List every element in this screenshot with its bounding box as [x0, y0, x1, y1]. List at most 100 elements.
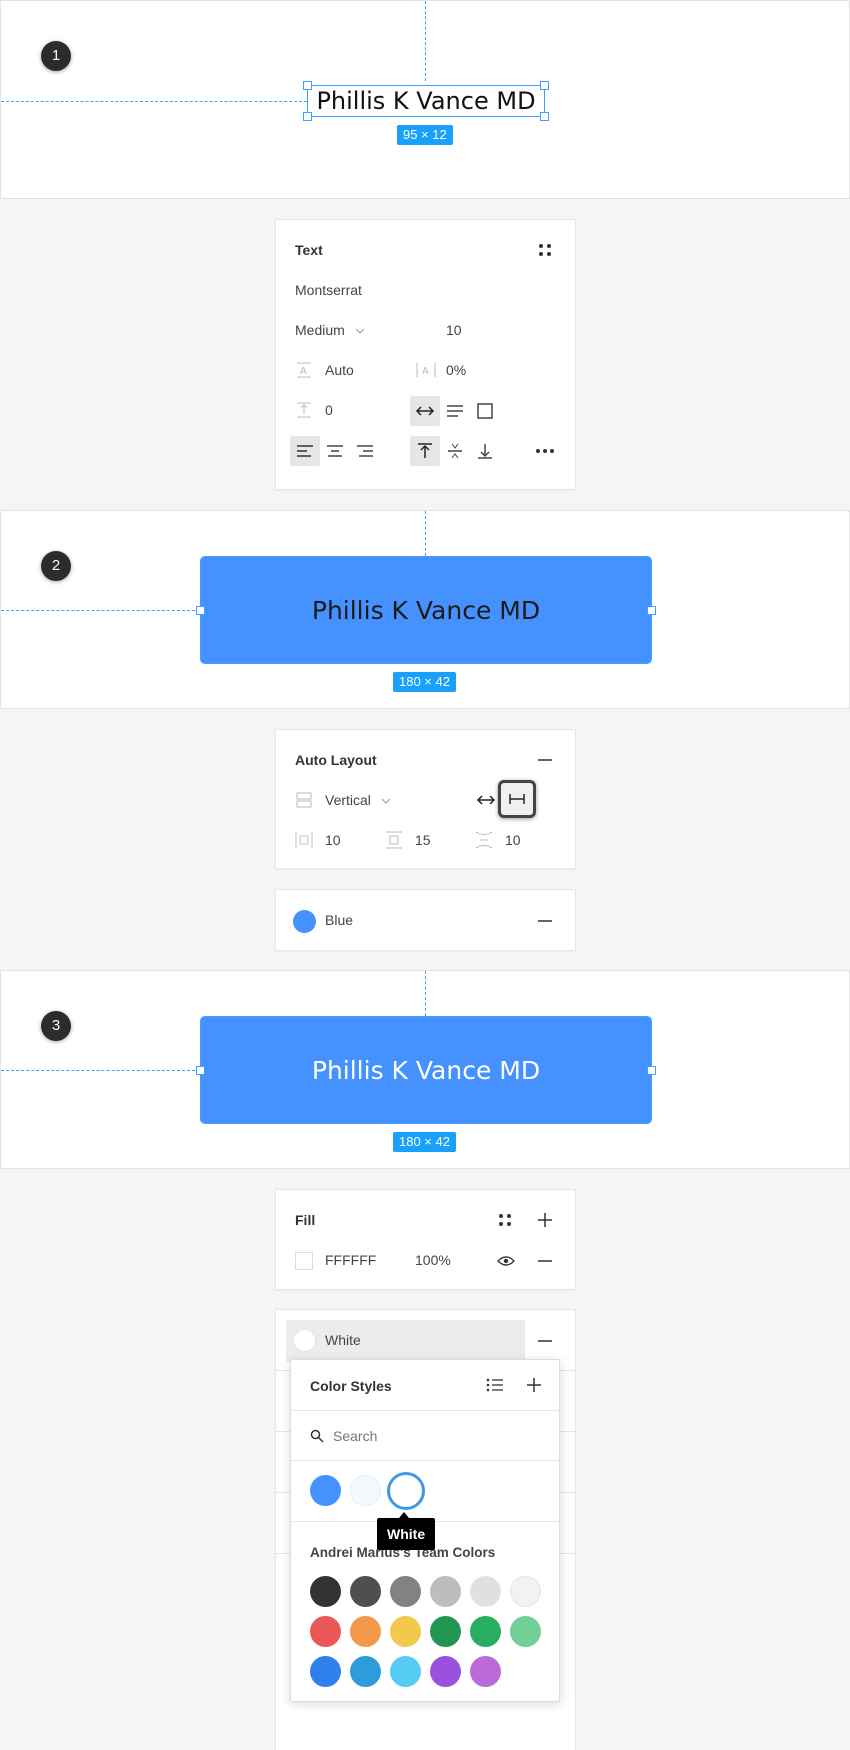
- resize-handle[interactable]: [196, 1066, 205, 1075]
- panel-title: Text: [295, 242, 323, 258]
- button-frame[interactable]: Phillis K Vance MD: [200, 1016, 652, 1124]
- team-color-swatch[interactable]: [390, 1576, 421, 1607]
- svg-text:A: A: [300, 366, 307, 377]
- remove-icon[interactable]: [538, 1340, 552, 1342]
- auto-layout-panel: Auto Layout Vertical 10 15 10: [275, 729, 576, 869]
- resize-handle[interactable]: [540, 112, 549, 121]
- team-color-swatch[interactable]: [310, 1576, 341, 1607]
- vertical-guide: [425, 971, 426, 1016]
- step-number-badge: 2: [41, 551, 71, 581]
- add-icon[interactable]: [527, 1378, 541, 1392]
- local-color-swatch[interactable]: [387, 1472, 425, 1510]
- style-row-hover[interactable]: [286, 1320, 525, 1362]
- team-color-swatch[interactable]: [470, 1576, 501, 1607]
- item-spacing-icon: [475, 831, 493, 849]
- list-view-icon[interactable]: [486, 1378, 504, 1392]
- panel-title: Fill: [295, 1212, 316, 1228]
- step1-canvas: 1 Phillis K Vance MD 95 × 12: [0, 0, 850, 199]
- horizontal-guide: [1, 101, 307, 102]
- team-color-swatch[interactable]: [350, 1576, 381, 1607]
- team-color-swatch[interactable]: [350, 1616, 381, 1647]
- chevron-down-icon[interactable]: [381, 798, 391, 804]
- team-color-swatch[interactable]: [310, 1656, 341, 1687]
- align-right-icon[interactable]: [356, 444, 374, 458]
- text-layer[interactable]: Phillis K Vance MD: [316, 87, 535, 115]
- styles-grid-icon[interactable]: [538, 243, 552, 257]
- style-name[interactable]: White: [325, 1332, 361, 1348]
- line-height-input[interactable]: Auto: [325, 362, 354, 378]
- styles-grid-icon[interactable]: [498, 1213, 512, 1227]
- team-color-swatch[interactable]: [470, 1656, 501, 1687]
- style-name[interactable]: Blue: [325, 912, 353, 928]
- button-label[interactable]: Phillis K Vance MD: [312, 596, 540, 625]
- remove-icon[interactable]: [538, 920, 552, 922]
- team-color-swatch[interactable]: [390, 1656, 421, 1687]
- team-color-swatch[interactable]: [510, 1576, 541, 1607]
- team-color-swatch[interactable]: [430, 1656, 461, 1687]
- resize-handle[interactable]: [196, 606, 205, 615]
- eye-icon[interactable]: [497, 1255, 515, 1267]
- fill-style-panel: Blue: [275, 889, 576, 951]
- vertical-padding-icon: [386, 831, 402, 849]
- horizontal-padding-input[interactable]: 10: [325, 832, 341, 848]
- align-top-icon[interactable]: [417, 443, 433, 459]
- team-color-swatch[interactable]: [510, 1616, 541, 1647]
- button-frame[interactable]: Phillis K Vance MD: [200, 556, 652, 664]
- team-color-swatch[interactable]: [350, 1656, 381, 1687]
- align-middle-icon[interactable]: [447, 443, 463, 459]
- vertical-direction-icon: [296, 792, 312, 808]
- horizontal-guide: [1, 1070, 200, 1071]
- align-left-icon[interactable]: [296, 444, 314, 458]
- align-bottom-icon[interactable]: [477, 443, 493, 459]
- resize-handle[interactable]: [303, 112, 312, 121]
- auto-width-icon[interactable]: [415, 404, 435, 418]
- color-swatch-blue[interactable]: [293, 910, 316, 933]
- resize-horizontal-icon[interactable]: [476, 793, 496, 807]
- font-weight-select[interactable]: Medium: [295, 322, 345, 338]
- more-options-icon[interactable]: [535, 448, 555, 454]
- vertical-guide: [425, 1, 426, 81]
- panel-title: Auto Layout: [295, 752, 377, 768]
- size-badge: 180 × 42: [393, 672, 456, 692]
- direction-select[interactable]: Vertical: [325, 792, 371, 808]
- resize-handle[interactable]: [647, 1066, 656, 1075]
- font-family-select[interactable]: Montserrat: [295, 282, 362, 298]
- fixed-size-icon[interactable]: [477, 403, 493, 419]
- text-layer-selection[interactable]: Phillis K Vance MD: [307, 85, 545, 117]
- remove-icon[interactable]: [538, 759, 552, 761]
- fill-panel: Fill FFFFFF 100%: [275, 1189, 576, 1290]
- color-swatch-white[interactable]: [293, 1329, 316, 1352]
- local-color-swatch[interactable]: [310, 1475, 341, 1506]
- team-color-swatch[interactable]: [430, 1576, 461, 1607]
- auto-height-icon[interactable]: [446, 404, 464, 418]
- button-label[interactable]: Phillis K Vance MD: [312, 1056, 540, 1085]
- team-color-swatch[interactable]: [470, 1616, 501, 1647]
- paragraph-spacing-input[interactable]: 0: [325, 402, 333, 418]
- team-color-swatch[interactable]: [430, 1616, 461, 1647]
- add-icon[interactable]: [538, 1213, 552, 1227]
- local-color-swatch[interactable]: [350, 1475, 381, 1506]
- fill-color-chip[interactable]: [295, 1252, 313, 1270]
- team-color-swatch[interactable]: [310, 1616, 341, 1647]
- search-icon: [310, 1429, 324, 1443]
- font-size-input[interactable]: 10: [446, 322, 462, 338]
- remove-icon[interactable]: [538, 1260, 552, 1262]
- search-input[interactable]: [333, 1425, 533, 1447]
- resize-handle[interactable]: [540, 81, 549, 90]
- opacity-input[interactable]: 100%: [415, 1252, 451, 1268]
- size-badge: 95 × 12: [397, 125, 453, 145]
- team-color-swatch[interactable]: [390, 1616, 421, 1647]
- hex-input[interactable]: FFFFFF: [325, 1252, 376, 1268]
- horizontal-padding-icon: [295, 832, 313, 848]
- letter-spacing-input[interactable]: 0%: [446, 362, 466, 378]
- item-spacing-input[interactable]: 10: [505, 832, 521, 848]
- fixed-width-button[interactable]: [498, 780, 536, 818]
- resize-handle[interactable]: [647, 606, 656, 615]
- align-center-icon[interactable]: [326, 444, 344, 458]
- resize-handle[interactable]: [303, 81, 312, 90]
- vertical-padding-input[interactable]: 15: [415, 832, 431, 848]
- divider: [291, 1410, 559, 1411]
- chevron-down-icon[interactable]: [355, 328, 365, 334]
- fixed-width-icon: [509, 794, 525, 804]
- paragraph-spacing-icon: [297, 402, 311, 418]
